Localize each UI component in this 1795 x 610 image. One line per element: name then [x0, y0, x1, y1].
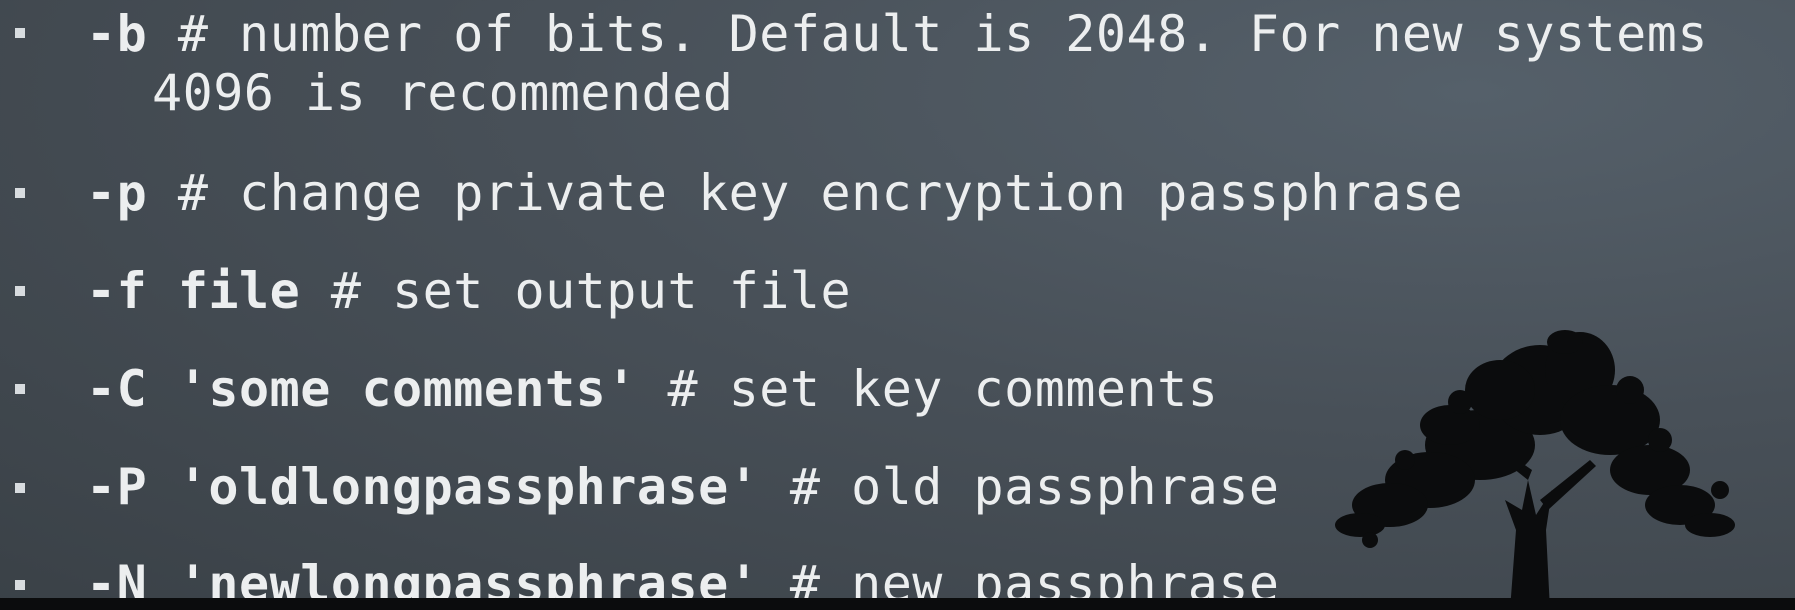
square-bullet-icon	[15, 483, 25, 493]
option-line: -P 'oldlongpassphrase' # old passphrase	[86, 457, 1280, 517]
option-line: -p # change private key encryption passp…	[86, 163, 1463, 223]
option-comment: # set key comments	[667, 360, 1219, 418]
square-bullet-icon	[15, 188, 25, 198]
square-bullet-icon	[15, 580, 25, 590]
option-comment: # old passphrase	[789, 458, 1280, 516]
option-argument: 'oldlongpassphrase'	[177, 458, 760, 516]
slide: -b # number of bits. Default is 2048. Fo…	[0, 0, 1795, 610]
option-comment: # set output file	[330, 262, 852, 320]
square-bullet-icon	[15, 384, 25, 394]
option-flag: -C	[86, 360, 148, 418]
option-comment: # number of bits. Default is 2048. For n…	[177, 5, 1708, 63]
option-argument: 'some comments'	[177, 360, 637, 418]
option-comment-continued: 4096 is recommended	[152, 64, 734, 122]
square-bullet-icon	[15, 28, 25, 38]
option-argument: file	[177, 262, 301, 320]
option-flag: -b	[86, 5, 148, 63]
option-line: -f file # set output file	[86, 261, 851, 321]
tree-silhouette-icon	[1335, 330, 1735, 610]
option-line: -b # number of bits. Default is 2048. Fo…	[86, 4, 1708, 64]
option-line: -C 'some comments' # set key comments	[86, 359, 1218, 419]
square-bullet-icon	[15, 286, 25, 296]
option-flag: -P	[86, 458, 148, 516]
option-comment: # change private key encryption passphra…	[177, 164, 1464, 222]
ground-strip	[0, 598, 1795, 610]
option-flag: -p	[86, 164, 148, 222]
option-flag: -f	[86, 262, 148, 320]
